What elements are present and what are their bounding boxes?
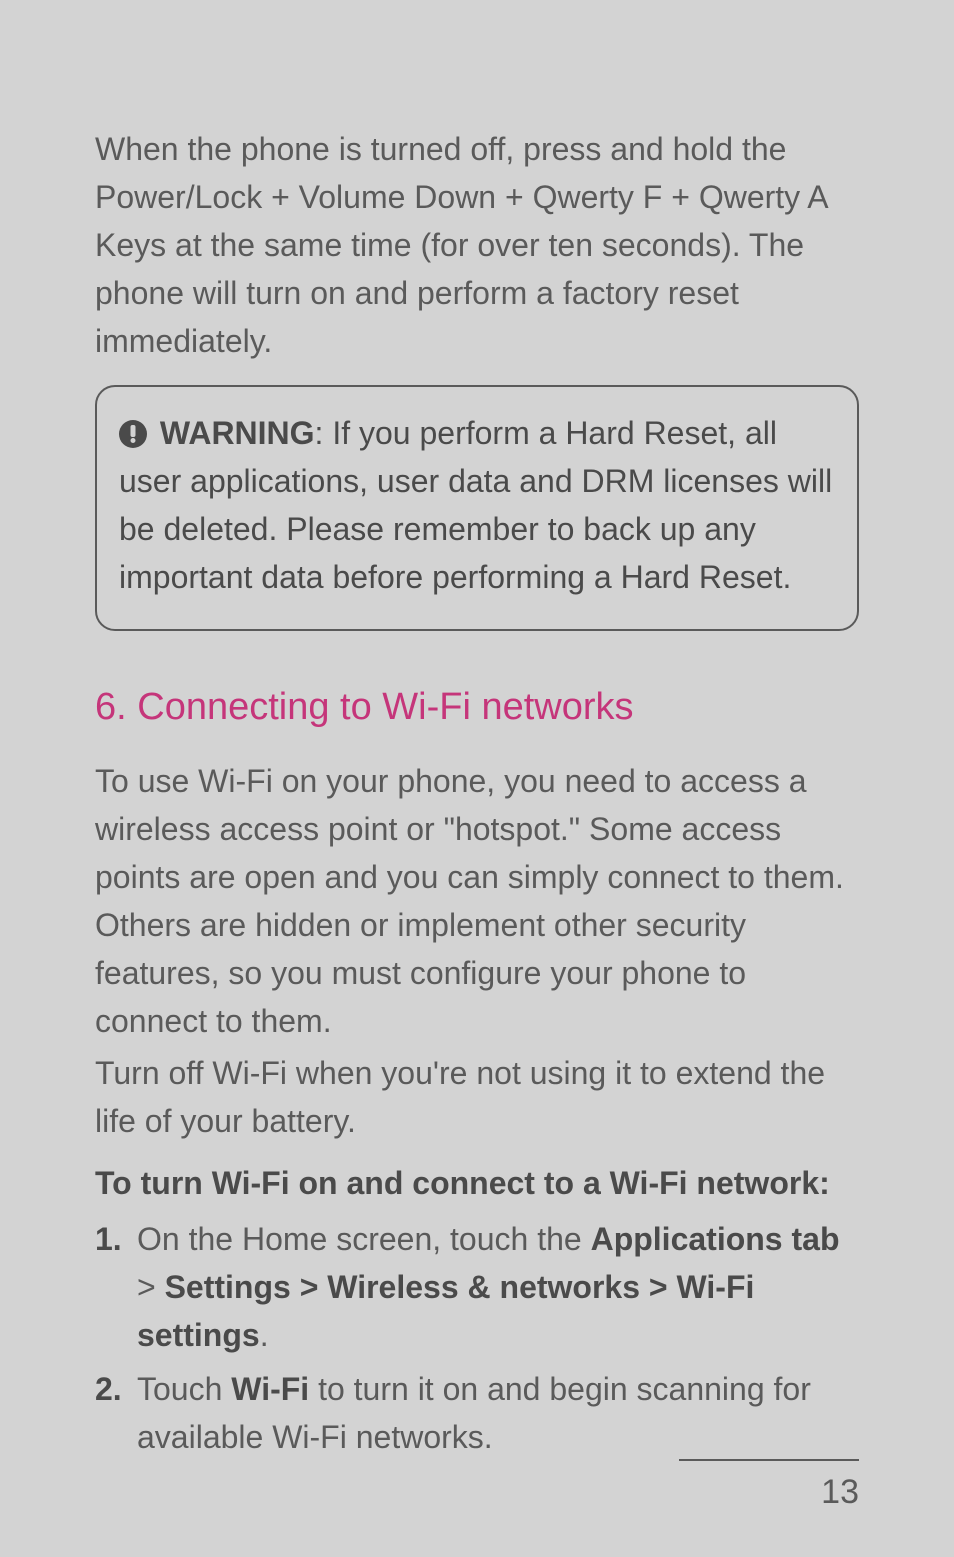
page-number: 13: [679, 1473, 859, 1512]
wifi-paragraph-1: To use Wi-Fi on your phone, you need to …: [95, 757, 859, 1045]
warning-icon: [119, 420, 147, 448]
intro-paragraph: When the phone is turned off, press and …: [95, 125, 859, 365]
wifi-subheading: To turn Wi-Fi on and connect to a Wi-Fi …: [95, 1159, 859, 1207]
list-number: 1.: [95, 1215, 122, 1263]
steps-list: 1. On the Home screen, touch the Applica…: [95, 1215, 859, 1461]
step-text-suffix: .: [260, 1317, 269, 1353]
step-text-prefix: On the Home screen, touch the: [137, 1221, 591, 1257]
step-bold-1: Applications tab: [591, 1221, 840, 1257]
step-text-mid: >: [137, 1269, 165, 1305]
warning-text: WARNING: If you perform a Hard Reset, al…: [119, 409, 835, 601]
step-text-prefix: Touch: [137, 1371, 231, 1407]
page-number-container: 13: [679, 1459, 859, 1512]
section-heading: 6. Connecting to Wi-Fi networks: [95, 686, 859, 729]
list-item: 2. Touch Wi-Fi to turn it on and begin s…: [95, 1365, 859, 1461]
warning-label: WARNING: [160, 415, 315, 451]
step-bold-2: Settings > Wireless & networks > Wi-Fi s…: [137, 1269, 754, 1353]
list-item: 1. On the Home screen, touch the Applica…: [95, 1215, 859, 1359]
page-number-divider: [679, 1459, 859, 1461]
warning-box: WARNING: If you perform a Hard Reset, al…: [95, 385, 859, 631]
list-number: 2.: [95, 1365, 122, 1413]
step-bold-1: Wi-Fi: [231, 1371, 309, 1407]
wifi-paragraph-2: Turn off Wi-Fi when you're not using it …: [95, 1049, 859, 1145]
